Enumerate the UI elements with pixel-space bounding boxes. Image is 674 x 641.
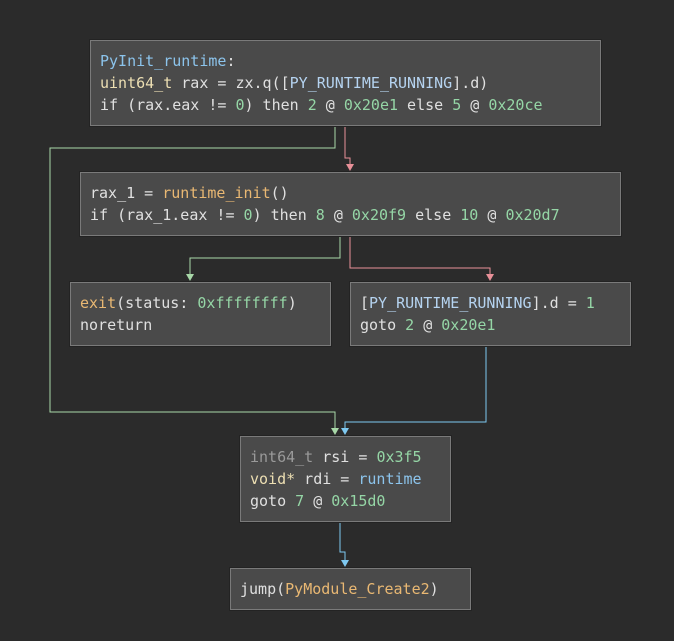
edge-init-to-exit-true: [189, 236, 341, 280]
code-token: 0: [243, 206, 253, 224]
code-token: 0: [235, 96, 245, 114]
code-token: uint64_t: [100, 74, 173, 92]
code-line: goto 7 @ 0x15d0: [250, 490, 441, 512]
code-token[interactable]: runtime_init: [162, 184, 270, 202]
code-line: exit(status: 0xffffffff): [80, 292, 321, 314]
code-token: 7: [295, 492, 305, 510]
code-token: 0x20d7: [505, 206, 560, 224]
code-token: ].d): [452, 74, 489, 92]
code-token: @: [414, 316, 442, 334]
code-token[interactable]: runtime: [358, 470, 421, 488]
code-token[interactable]: PY_RUNTIME_RUNNING: [290, 74, 453, 92]
code-token: 0x20f9: [351, 206, 407, 224]
code-token: if (rax.eax !=: [100, 96, 236, 114]
code-line: void* rdi = runtime: [250, 468, 441, 490]
code-token: rax_1 =: [90, 184, 163, 202]
code-token: @: [478, 206, 506, 224]
control-flow-graph: PyInit_runtime: uint64_t rax = zx.q([PY_R…: [0, 0, 674, 641]
code-token: 0x3f5: [376, 448, 422, 466]
code-line: jump(PyModule_Create2): [240, 578, 461, 600]
basic-block-create-args[interactable]: int64_t rsi = 0x3f5 void* rdi = runtime go…: [240, 436, 451, 522]
code-token: int64_t: [250, 448, 314, 466]
code-token: [: [360, 294, 370, 312]
basic-block-runtime-init[interactable]: rax_1 = runtime_init() if (rax_1.eax != 0…: [80, 172, 621, 236]
basic-block-set-running[interactable]: [PY_RUNTIME_RUNNING].d = 1 goto 2 @ 0x20e…: [350, 282, 631, 346]
edge-init-to-set-running-false: [349, 236, 491, 280]
code-token: 2: [405, 316, 415, 334]
code-line: goto 2 @ 0x20e1: [360, 314, 621, 336]
code-token: 1: [585, 294, 595, 312]
edge-entry-to-init-false-arrow: [346, 164, 354, 171]
code-token: rsi =: [313, 448, 377, 466]
basic-block-exit[interactable]: exit(status: 0xffffffff) noreturn: [70, 282, 331, 346]
code-token[interactable]: PyModule_Create2: [285, 580, 430, 598]
code-token: rax = zx.q([: [172, 74, 290, 92]
code-token: if (rax_1.eax !=: [90, 206, 244, 224]
code-token[interactable]: exit: [80, 294, 116, 312]
code-token: else: [398, 96, 453, 114]
code-token: :: [226, 52, 236, 70]
code-token: void*: [250, 470, 296, 488]
edge-init-to-exit-true-arrow: [186, 274, 194, 281]
code-line: [PY_RUNTIME_RUNNING].d = 1: [360, 292, 621, 314]
code-token: @: [316, 96, 344, 114]
code-token: (): [270, 184, 289, 202]
edge-entry-to-init-false: [344, 126, 351, 170]
code-token: ].d =: [531, 294, 586, 312]
edge-create-args-to-jump-arrow: [341, 560, 349, 567]
code-token: 0x20ce: [488, 96, 543, 114]
edge-entry-to-create-args-true-arrow: [331, 428, 339, 435]
code-token: @: [461, 96, 489, 114]
code-token: jump(: [240, 580, 286, 598]
code-token: 10: [460, 206, 479, 224]
code-token: goto: [360, 316, 406, 334]
code-token: 2: [307, 96, 317, 114]
code-token: ): [287, 294, 297, 312]
code-line: rax_1 = runtime_init(): [90, 182, 611, 204]
code-token: ) then: [252, 206, 316, 224]
code-token[interactable]: PyInit_runtime: [100, 52, 226, 70]
code-token: 0x20e1: [343, 96, 399, 114]
code-token: @: [304, 492, 332, 510]
edge-init-to-set-running-false-arrow: [486, 274, 494, 281]
code-line: PyInit_runtime:: [100, 50, 591, 72]
basic-block-jump[interactable]: jump(PyModule_Create2): [230, 568, 471, 610]
code-line: if (rax.eax != 0) then 2 @ 0x20e1 else 5…: [100, 94, 591, 116]
code-line: uint64_t rax = zx.q([PY_RUNTIME_RUNNING]…: [100, 72, 591, 94]
code-token: 0xffffffff: [197, 294, 288, 312]
code-token: 8: [315, 206, 325, 224]
code-token: 0x15d0: [331, 492, 386, 510]
edge-set-running-to-create-args-arrow: [341, 428, 349, 435]
code-line: noreturn: [80, 314, 321, 336]
code-token: @: [324, 206, 352, 224]
code-line: int64_t rsi = 0x3f5: [250, 446, 441, 468]
code-token: 5: [452, 96, 462, 114]
basic-block-entry[interactable]: PyInit_runtime: uint64_t rax = zx.q([PY_R…: [90, 40, 601, 126]
code-token[interactable]: PY_RUNTIME_RUNNING: [369, 294, 532, 312]
code-token: (status:: [116, 294, 198, 312]
code-token: goto: [250, 492, 296, 510]
code-token: ) then: [244, 96, 308, 114]
code-token: ): [429, 580, 439, 598]
code-line: if (rax_1.eax != 0) then 8 @ 0x20f9 else…: [90, 204, 611, 226]
code-token: else: [406, 206, 461, 224]
code-token: noreturn: [80, 316, 153, 334]
edge-set-running-to-create-args: [344, 346, 487, 434]
code-token: rdi =: [295, 470, 359, 488]
code-token: 0x20e1: [441, 316, 496, 334]
edge-create-args-to-jump: [339, 522, 346, 566]
